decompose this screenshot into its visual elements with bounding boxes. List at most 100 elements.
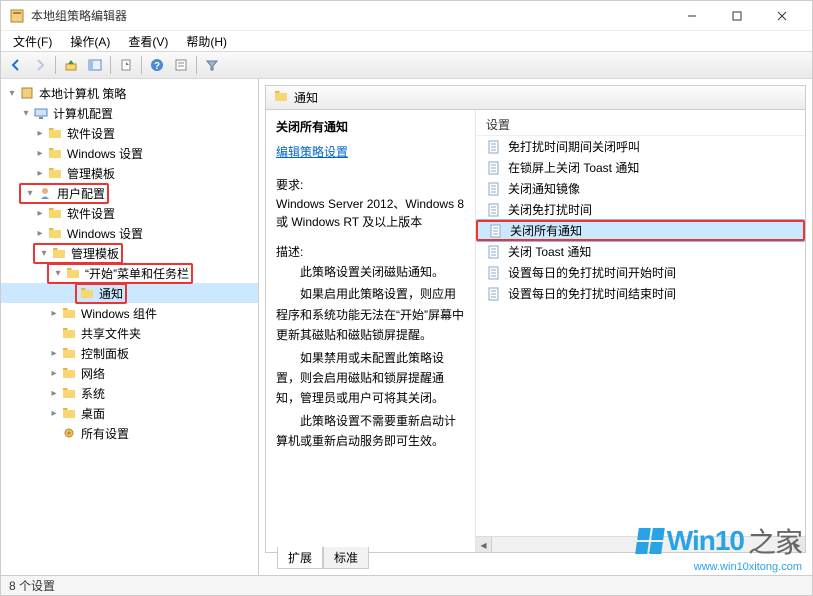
tree-label: 所有设置 [81, 425, 129, 442]
tree-user-windows[interactable]: ▸ Windows 设置 [1, 223, 258, 243]
minimize-button[interactable] [669, 2, 714, 30]
menu-help[interactable]: 帮助(H) [178, 31, 235, 52]
menu-view[interactable]: 查看(V) [120, 31, 176, 52]
expander-icon[interactable]: ▸ [33, 146, 47, 160]
folder-icon [47, 125, 63, 141]
expander-placeholder [47, 326, 61, 340]
folder-icon [65, 265, 81, 281]
folder-icon [61, 365, 77, 381]
tree-control-panel[interactable]: ▸ 控制面板 [1, 343, 258, 363]
expander-icon[interactable]: ▾ [37, 246, 51, 260]
expander-icon[interactable]: ▾ [51, 266, 65, 280]
policy-icon [19, 85, 35, 101]
tree-network[interactable]: ▸ 网络 [1, 363, 258, 383]
scroll-left-arrow[interactable]: ◂ [476, 537, 492, 552]
expander-icon[interactable]: ▾ [5, 86, 19, 100]
list-row-label: 免打扰时间期间关闭呼叫 [508, 138, 640, 155]
list-row-label: 关闭免打扰时间 [508, 201, 592, 218]
up-button[interactable] [60, 54, 82, 76]
scroll-right-arrow[interactable]: ▸ [789, 537, 805, 552]
description-paragraph: 如果禁用或未配置此策略设置，则会启用磁贴和锁屏提醒通知，管理员或用户可将其关闭。 [276, 348, 465, 409]
requirements-label: 要求: [276, 176, 465, 193]
show-hide-tree-button[interactable] [84, 54, 106, 76]
detail-title: 关闭所有通知 [276, 118, 465, 135]
tree-label: Windows 组件 [81, 305, 157, 322]
export-button[interactable] [115, 54, 137, 76]
edit-policy-link[interactable]: 编辑策略设置 [276, 143, 348, 160]
requirements-text: Windows Server 2012、Windows 8 或 Windows … [276, 195, 465, 231]
expander-icon[interactable]: ▾ [19, 106, 33, 120]
policy-item-icon [488, 223, 504, 239]
tree-all-settings[interactable]: 所有设置 [1, 423, 258, 443]
list-row[interactable]: 关闭所有通知 [476, 220, 805, 241]
pane-title: 通知 [294, 89, 318, 106]
tree-shared-folders[interactable]: 共享文件夹 [1, 323, 258, 343]
statusbar: 8 个设置 [1, 575, 812, 595]
tree-comp-admin[interactable]: ▸ 管理模板 [1, 163, 258, 183]
toolbar: ? [1, 51, 812, 79]
properties-button[interactable] [170, 54, 192, 76]
list-row[interactable]: 在锁屏上关闭 Toast 通知 [476, 157, 805, 178]
help-button[interactable]: ? [146, 54, 168, 76]
tree-label: 计算机配置 [53, 105, 113, 122]
tree-comp-windows[interactable]: ▸ Windows 设置 [1, 143, 258, 163]
list-row-label: 关闭所有通知 [510, 222, 582, 239]
filter-button[interactable] [201, 54, 223, 76]
horizontal-scrollbar[interactable]: ◂ ▸ [476, 536, 805, 552]
tree-label: 网络 [81, 365, 105, 382]
tree-comp-software[interactable]: ▸ 软件设置 [1, 123, 258, 143]
tree-user-config[interactable]: ▾ 用户配置 [1, 183, 258, 203]
expander-icon[interactable]: ▸ [33, 206, 47, 220]
expander-icon[interactable]: ▸ [47, 406, 61, 420]
expander-icon[interactable]: ▸ [47, 386, 61, 400]
expander-icon[interactable]: ▸ [33, 166, 47, 180]
toolbar-separator [110, 56, 111, 74]
close-button[interactable] [759, 2, 804, 30]
list-row[interactable]: 关闭 Toast 通知 [476, 241, 805, 262]
tree-start-taskbar[interactable]: ▾ “开始”菜单和任务栏 [1, 263, 258, 283]
menu-file[interactable]: 文件(F) [5, 31, 60, 52]
list-row[interactable]: 设置每日的免打扰时间开始时间 [476, 262, 805, 283]
list-row-label: 在锁屏上关闭 Toast 通知 [508, 159, 639, 176]
expander-icon[interactable]: ▸ [47, 346, 61, 360]
settings-list[interactable]: 设置 免打扰时间期间关闭呼叫在锁屏上关闭 Toast 通知关闭通知镜像关闭免打扰… [476, 110, 805, 552]
expander-icon[interactable]: ▸ [33, 226, 47, 240]
folder-icon [274, 89, 288, 106]
tree-windows-components[interactable]: ▸ Windows 组件 [1, 303, 258, 323]
list-row[interactable]: 设置每日的免打扰时间结束时间 [476, 283, 805, 304]
status-text: 8 个设置 [9, 577, 55, 594]
tree-desktop[interactable]: ▸ 桌面 [1, 403, 258, 423]
folder-icon [61, 405, 77, 421]
tree-root[interactable]: ▾ 本地计算机 策略 [1, 83, 258, 103]
list-row[interactable]: 关闭免打扰时间 [476, 199, 805, 220]
tree-notifications[interactable]: 通知 [1, 283, 258, 303]
list-row[interactable]: 免打扰时间期间关闭呼叫 [476, 136, 805, 157]
tab-extended[interactable]: 扩展 [277, 547, 323, 569]
folder-icon [47, 165, 63, 181]
tree-user-software[interactable]: ▸ 软件设置 [1, 203, 258, 223]
column-header-settings[interactable]: 设置 [476, 114, 805, 136]
maximize-button[interactable] [714, 2, 759, 30]
folder-icon [61, 345, 77, 361]
tree-user-admin[interactable]: ▾ 管理模板 [1, 243, 258, 263]
toolbar-separator [55, 56, 56, 74]
highlight-annotation: ▾ 管理模板 [33, 243, 123, 264]
expander-icon[interactable]: ▸ [47, 366, 61, 380]
tree-label: Windows 设置 [67, 225, 143, 242]
menu-action[interactable]: 操作(A) [62, 31, 118, 52]
tree-system[interactable]: ▸ 系统 [1, 383, 258, 403]
folder-icon [47, 205, 63, 221]
tree-computer-config[interactable]: ▾ 计算机配置 [1, 103, 258, 123]
tree-panel[interactable]: ▾ 本地计算机 策略 ▾ 计算机配置 ▸ 软件设置 ▸ Windows 设置 ▸… [1, 79, 259, 575]
window-title: 本地组策略编辑器 [31, 7, 669, 24]
expander-icon[interactable]: ▾ [23, 186, 37, 200]
back-button[interactable] [5, 54, 27, 76]
tab-standard[interactable]: 标准 [323, 547, 369, 569]
scroll-track[interactable] [492, 537, 789, 552]
expander-placeholder [47, 426, 61, 440]
list-row[interactable]: 关闭通知镜像 [476, 178, 805, 199]
folder-icon [51, 245, 67, 261]
forward-button[interactable] [29, 54, 51, 76]
expander-icon[interactable]: ▸ [47, 306, 61, 320]
expander-icon[interactable]: ▸ [33, 126, 47, 140]
